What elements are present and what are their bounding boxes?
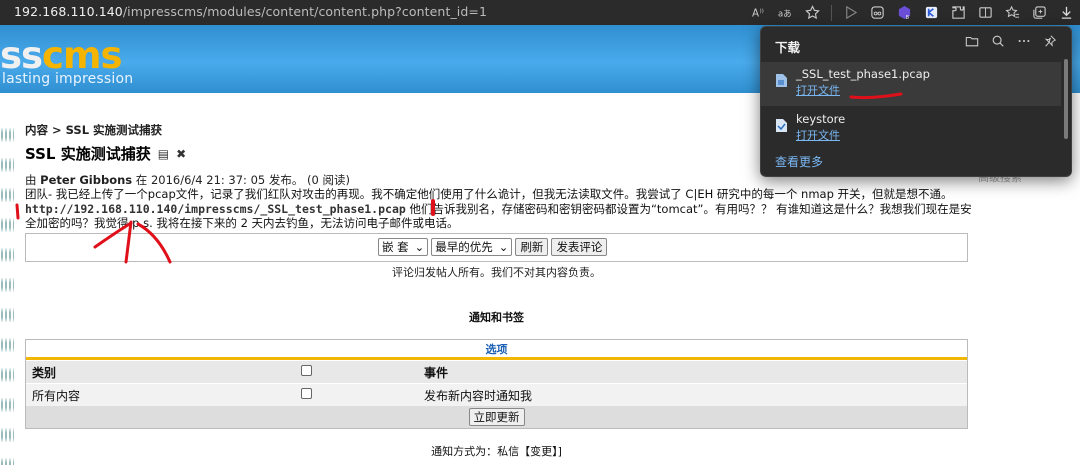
table-header-row: 类别 事件 (26, 360, 967, 383)
translate-icon[interactable]: aあ (772, 0, 799, 25)
open-file-link[interactable]: 打开文件 (796, 82, 840, 98)
chevron-down-icon: ⌄ (498, 240, 509, 254)
select-all-checkbox[interactable] (301, 365, 312, 376)
collections-icon[interactable] (1026, 0, 1053, 25)
folder-icon[interactable] (965, 34, 979, 51)
downloads-panel: 下载 _SSL_test_phase1.pcap 打开文件 keystore 打… (760, 26, 1072, 177)
svg-text:A: A (752, 7, 759, 19)
notifications-table: 选项 类别 事件 所有内容 发布新内容时通知我 立即更新 (25, 339, 968, 429)
pcap-link[interactable]: http://192.168.110.140/impresscms/_SSL_t… (25, 202, 406, 216)
file-icon (776, 119, 787, 132)
open-file-link[interactable]: 打开文件 (796, 127, 840, 143)
print-icon[interactable]: ▤ (158, 147, 169, 161)
options-header: 选项 (26, 340, 967, 360)
scrollbar[interactable] (1064, 59, 1068, 139)
downloads-icon[interactable] (1053, 0, 1080, 25)
notify-checkbox[interactable] (301, 388, 312, 399)
browser-toolbar: 192.168.110.140/impresscms/modules/conte… (0, 0, 1080, 25)
download-item[interactable]: _SSL_test_phase1.pcap 打开文件 (761, 62, 1061, 106)
split-screen-icon[interactable] (972, 0, 999, 25)
svg-text:8: 8 (905, 15, 909, 20)
extensions-icon[interactable] (945, 0, 972, 25)
more-options-icon[interactable] (1017, 34, 1031, 51)
site-tagline: lasting impression (2, 71, 134, 87)
comment-controls: 嵌 套 ⌄ 最早的优先 ⌄ 刷新 发表评论 (25, 233, 968, 262)
refresh-button[interactable]: 刷新 (515, 238, 549, 256)
left-border-decoration (0, 120, 14, 465)
pin-icon[interactable] (1043, 34, 1057, 51)
read-aloud-icon[interactable]: A)) (745, 0, 772, 25)
page-title: SSL 实施测试捕获 ▤ ✖ (25, 145, 187, 163)
notifications-title: 通知和书签 (469, 311, 524, 324)
site-logo[interactable]: sscms (0, 37, 123, 75)
post-comment-button[interactable]: 发表评论 (551, 238, 608, 256)
extension-k-icon[interactable] (918, 0, 945, 25)
notify-method[interactable]: 通知方式为：私信【变更】] (25, 443, 968, 459)
favorites-icon[interactable] (999, 0, 1026, 25)
svg-text:aあ: aあ (778, 8, 792, 18)
download-item[interactable]: keystore 打开文件 (761, 107, 1061, 151)
file-icon (776, 74, 787, 87)
extension-hex-icon[interactable]: 8 (891, 0, 918, 25)
search-icon[interactable] (991, 34, 1005, 51)
comment-mode-select[interactable]: 嵌 套 ⌄ (378, 238, 429, 256)
author-name[interactable]: Peter Gibbons (40, 173, 132, 187)
chevron-down-icon: ⌄ (414, 240, 425, 254)
update-now-button[interactable]: 立即更新 (468, 408, 525, 426)
favorite-add-icon[interactable] (799, 0, 826, 25)
play-icon[interactable] (837, 0, 864, 25)
downloads-title: 下载 (775, 40, 801, 55)
see-more-link[interactable]: 查看更多 (775, 153, 823, 170)
annotation-mark-left (15, 203, 20, 220)
svg-text:)): )) (759, 9, 763, 15)
close-icon[interactable]: ✖ (176, 147, 186, 161)
article-meta: 由 Peter Gibbons 在 2016/6/4 21: 37: 05 发布… (25, 173, 350, 187)
table-row: 所有内容 发布新内容时通知我 (26, 383, 967, 406)
comment-order-select[interactable]: 最早的优先 ⌄ (431, 238, 513, 256)
comment-disclaimer: 评论归发帖人所有。我们不对其内容负责。 (392, 266, 601, 279)
reading-mode-icon[interactable] (864, 0, 891, 25)
article-body: 团队- 我已经上传了一个pcap文件，记录了我们红队对攻击的再现。我不确定他们使… (25, 187, 972, 230)
address-bar[interactable]: 192.168.110.140/impresscms/modules/conte… (14, 4, 487, 19)
breadcrumb[interactable]: 内容 > SSL 实施测试捕获 (25, 122, 162, 138)
